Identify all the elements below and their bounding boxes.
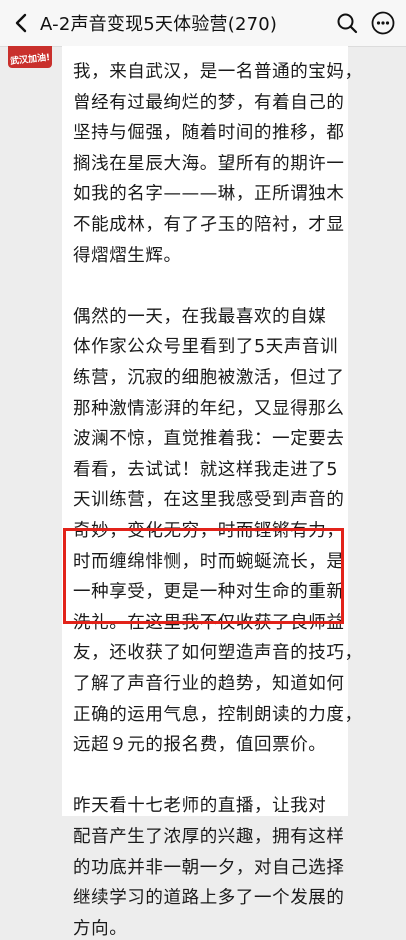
message-line: 偶然的一天，在我最喜欢的自媒 — [73, 306, 327, 327]
more-dots-icon — [371, 11, 395, 35]
search-icon — [337, 13, 358, 34]
message-line: 天训练营，在这里我感受到声音的 — [73, 490, 345, 511]
message-line: 看看，去试试！就这样我走进了5 — [73, 459, 339, 480]
back-button[interactable] — [10, 10, 32, 36]
message-line: 昨天看十七老师的直播，让我对 — [73, 796, 327, 817]
avatar-label: 武汉加油! — [9, 52, 51, 68]
message-line: 如我的名字———琳，正所谓独木 — [73, 184, 345, 205]
message-line: 得熠熠生辉。 — [73, 245, 182, 266]
message-line: 了解了声音行业的趋势，知道如何 — [73, 674, 345, 694]
message-line: 配音产生了浓厚的兴趣，拥有这样 — [73, 827, 345, 847]
message-line: 波澜不惊，直觉推着我：一定要去 — [73, 429, 345, 450]
message-line: 不能成林，有了孑玉的陪衬，才显 — [73, 215, 345, 235]
chat-title: A-2声音变现5天体验营(270) — [40, 14, 278, 35]
message-line: 练营，沉寂的细胞被激活，但过了 — [73, 368, 345, 388]
message-line: 远超９元的报名费，值回票价。 — [73, 735, 327, 756]
message-line: 那种激情澎湃的年纪，又显得那么 — [73, 398, 345, 419]
more-button[interactable] — [370, 10, 396, 36]
message-line: 友，还收获了如何塑造声音的技巧， — [73, 643, 363, 664]
avatar[interactable]: 武汉加油! — [8, 46, 52, 68]
message-line: 我，来自武汉，是一名普通的宝妈， — [73, 62, 363, 82]
message-line: 坚持与倔强，随着时间的推移，都 — [73, 123, 345, 144]
message-line: 的功底并非一朝一夕，对自己选择 — [73, 857, 345, 878]
message-line: 方向。 — [73, 918, 128, 939]
chevron-left-icon — [15, 13, 27, 33]
message-line: 体作家公众号里看到了5天声音训 — [73, 337, 339, 358]
chat-header: A-2声音变现5天体验营(270) — [0, 0, 406, 47]
search-button[interactable] — [334, 10, 360, 36]
message-line: 搁浅在星辰大海。望所有的期许一 — [73, 153, 345, 174]
message-line: 正确的运用气息，控制朗读的力度， — [73, 704, 363, 725]
message-line: 曾经有过最绚烂的梦，有着自己的 — [73, 92, 345, 113]
highlight-box — [63, 528, 344, 624]
message-line: 继续学习的道路上多了一个发展的 — [73, 888, 345, 909]
